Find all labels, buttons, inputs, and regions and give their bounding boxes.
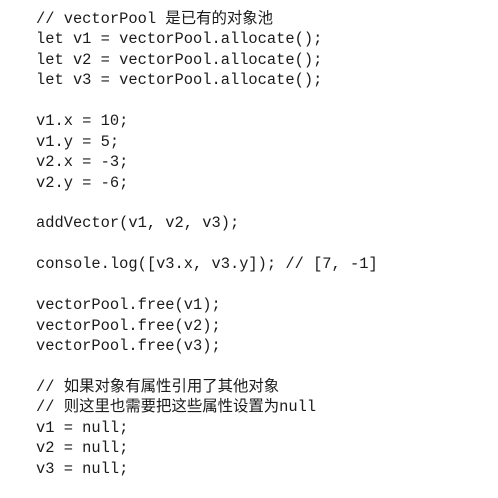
code-line: v1 = null; bbox=[36, 418, 129, 437]
code-comment-line: // 则这里也需要把这些属性设置为null bbox=[36, 398, 317, 417]
code-comment-line: // 如果对象有属性引用了其他对象 bbox=[36, 377, 280, 396]
code-line: let v1 = vectorPool.allocate(); bbox=[36, 30, 323, 49]
code-line: v2.y = -6; bbox=[36, 173, 129, 192]
code-line: console.log([v3.x, v3.y]); // [7, -1] bbox=[36, 255, 378, 274]
code-line: v2 = null; bbox=[36, 439, 129, 458]
code-line: v1.y = 5; bbox=[36, 132, 120, 151]
code-line: let v3 = vectorPool.allocate(); bbox=[36, 71, 323, 90]
code-line: v1.x = 10; bbox=[36, 112, 129, 131]
code-line: v2.x = -3; bbox=[36, 153, 129, 172]
code-line: let v2 = vectorPool.allocate(); bbox=[36, 50, 323, 69]
code-line: vectorPool.free(v1); bbox=[36, 296, 221, 315]
code-comment-line: // vectorPool 是已有的对象池 bbox=[36, 10, 274, 28]
code-line: vectorPool.free(v3); bbox=[36, 337, 221, 355]
code-block: // vectorPool 是已有的对象池 let v1 = vectorPool… bbox=[36, 9, 378, 479]
code-line: vectorPool.free(v2); bbox=[36, 316, 221, 335]
code-line: addVector(v1, v2, v3); bbox=[36, 214, 240, 233]
code-line: v3 = null; bbox=[36, 459, 129, 478]
